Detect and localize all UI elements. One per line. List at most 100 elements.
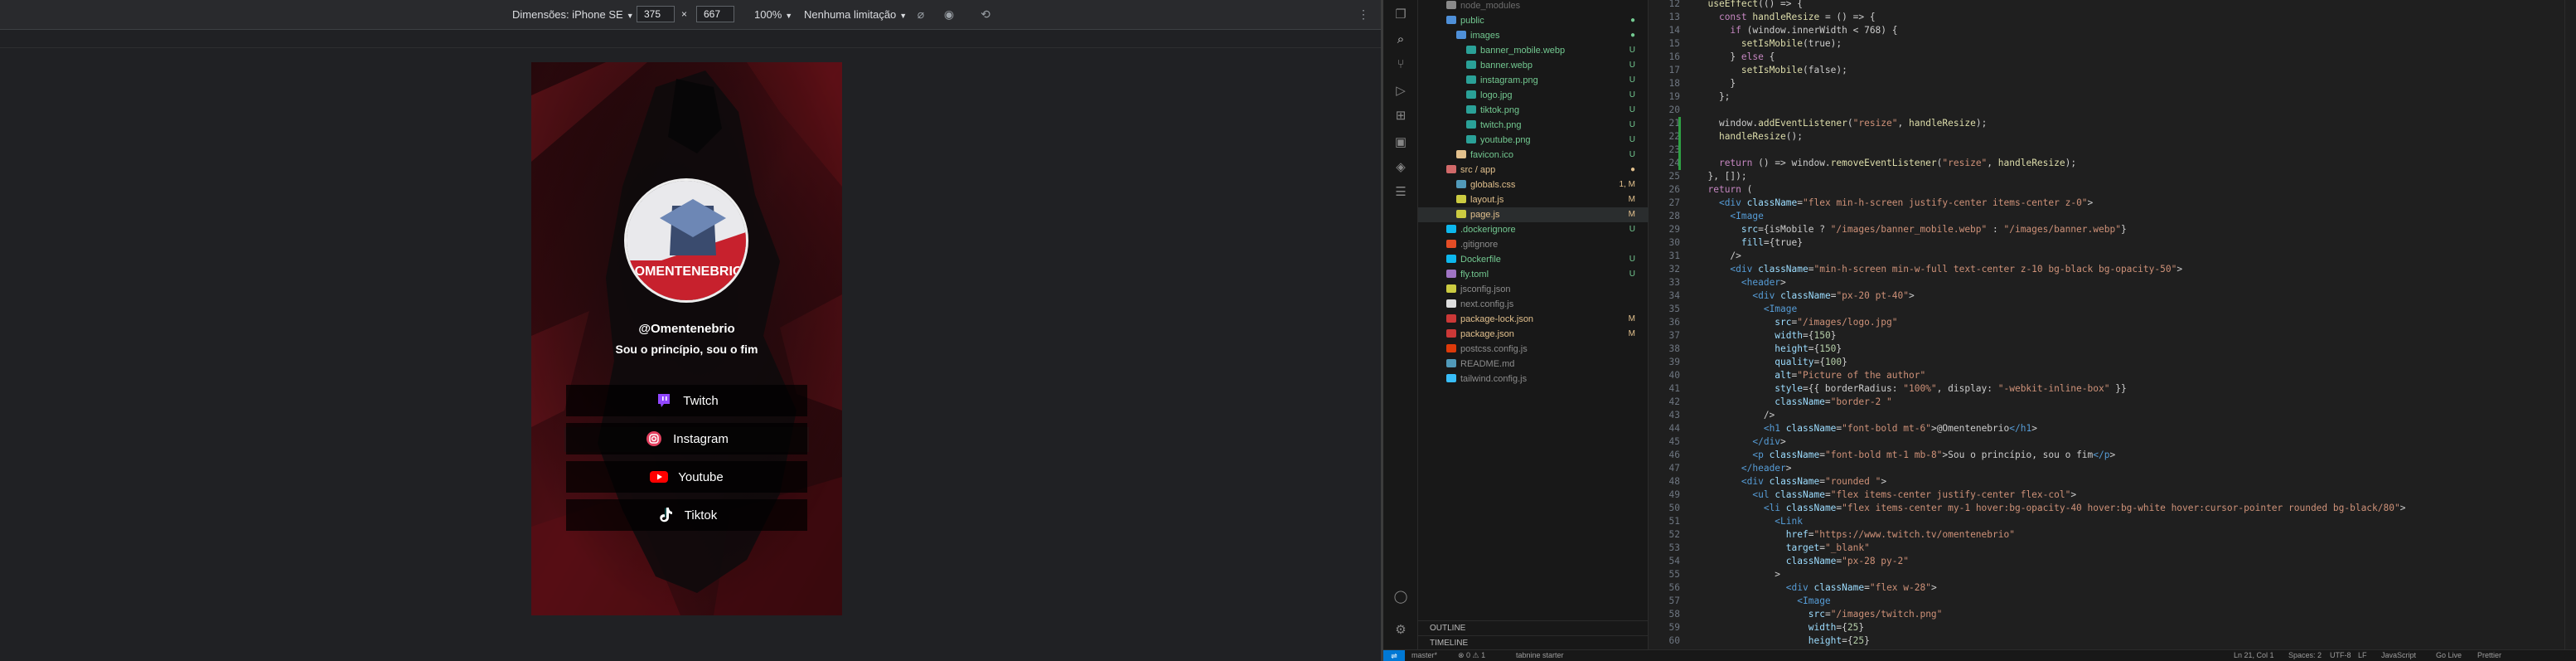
explorer-item[interactable]: images ● bbox=[1418, 28, 1649, 43]
zoom-dropdown[interactable]: 100% ▼ bbox=[754, 8, 792, 21]
language-mode-status[interactable]: JavaScript bbox=[2381, 651, 2416, 659]
editor-scrollbar[interactable] bbox=[2564, 0, 2576, 649]
width-input[interactable]: 375 bbox=[637, 6, 675, 22]
account-icon[interactable]: ◯ bbox=[1392, 589, 1409, 605]
code-line[interactable]: style={{ borderRadius: "100%", display: … bbox=[1697, 382, 2126, 396]
explorer-item[interactable]: Dockerfile U bbox=[1418, 252, 1649, 267]
explorer-icon[interactable]: ❐ bbox=[1392, 7, 1409, 23]
code-line[interactable]: width={25} bbox=[1697, 621, 1864, 634]
code-line[interactable]: } else { bbox=[1697, 51, 1775, 64]
cursor-position-status[interactable]: Ln 21, Col 1 bbox=[2234, 651, 2274, 659]
code-line[interactable]: className="px-28 py-2" bbox=[1697, 555, 1909, 568]
rotate-icon[interactable]: ⟲ bbox=[978, 7, 993, 22]
code-line[interactable]: quality={100} bbox=[1697, 356, 1847, 369]
explorer-item[interactable]: package.json M bbox=[1418, 327, 1649, 342]
code-line[interactable]: href="https://www.twitch.tv/omentenebrio… bbox=[1697, 528, 2015, 542]
code-line[interactable]: return ( bbox=[1697, 183, 1752, 197]
code-line[interactable]: <h1 className="font-bold mt-6">@Omentene… bbox=[1697, 422, 2037, 435]
more-options-icon[interactable]: ⋮ bbox=[1356, 7, 1371, 22]
timeline-section-header[interactable]: TIMELINE bbox=[1418, 635, 1649, 650]
code-line[interactable]: const handleResize = () => { bbox=[1697, 11, 1876, 24]
throttling-dropdown[interactable]: Nenhuma limitação ▼ bbox=[804, 8, 907, 21]
explorer-item[interactable]: banner.webp U bbox=[1418, 58, 1649, 73]
code-editor[interactable]: 12 13 14 15 16 17 18 19 20 21 22 23 24 25 26 27 28 29 30 31… bbox=[1649, 0, 2576, 649]
indentation-status[interactable]: Spaces: 2 bbox=[2288, 651, 2322, 659]
instagram-link[interactable]: Instagram bbox=[566, 423, 807, 454]
code-line[interactable]: <Image bbox=[1697, 303, 1797, 316]
code-line[interactable]: height={150} bbox=[1697, 343, 1842, 356]
code-line[interactable]: </div> bbox=[1697, 435, 1785, 449]
code-line[interactable]: handleResize(); bbox=[1697, 130, 1803, 143]
remote-indicator-icon[interactable]: ⇌ bbox=[1383, 650, 1405, 661]
code-line[interactable]: height={25} bbox=[1697, 634, 1870, 648]
remote-explorer-icon[interactable]: ▣ bbox=[1392, 134, 1409, 151]
explorer-item[interactable]: .gitignore bbox=[1418, 237, 1649, 252]
explorer-item[interactable]: next.config.js bbox=[1418, 297, 1649, 312]
height-input[interactable]: 667 bbox=[696, 6, 734, 22]
code-line[interactable]: src="/images/twitch.png" bbox=[1697, 608, 1943, 621]
code-line[interactable]: setIsMobile(true); bbox=[1697, 37, 1842, 51]
explorer-item[interactable]: layout.js M bbox=[1418, 192, 1649, 207]
code-line[interactable]: <Image bbox=[1697, 210, 1763, 223]
youtube-link[interactable]: Youtube bbox=[566, 461, 807, 493]
go-live-status[interactable]: Go Live bbox=[2436, 651, 2462, 659]
explorer-item[interactable]: tiktok.png U bbox=[1418, 103, 1649, 118]
code-line[interactable]: > bbox=[1697, 568, 1780, 581]
extensions-icon[interactable]: ⊞ bbox=[1392, 108, 1409, 124]
code-line[interactable]: }; bbox=[1697, 90, 1730, 104]
explorer-item[interactable]: src / app ● bbox=[1418, 163, 1649, 177]
explorer-item[interactable]: fly.toml U bbox=[1418, 267, 1649, 282]
code-line[interactable]: /> bbox=[1697, 250, 1741, 263]
run-debug-icon[interactable]: ▷ bbox=[1392, 83, 1409, 100]
gear-icon[interactable]: ⚙ bbox=[1392, 622, 1409, 639]
code-line[interactable]: <p className="font-bold mt-1 mb-8">Sou o… bbox=[1697, 449, 2115, 462]
problems-status[interactable]: ⊗ 0 ⚠ 1 bbox=[1458, 651, 1485, 660]
code-line[interactable]: }, []); bbox=[1697, 170, 1746, 183]
docker-icon[interactable]: ◈ bbox=[1392, 159, 1409, 176]
save-data-icon[interactable]: ⌀ bbox=[913, 7, 928, 22]
search-icon[interactable]: ⌕ bbox=[1392, 32, 1409, 48]
eye-icon[interactable]: ◉ bbox=[942, 7, 956, 22]
code-line[interactable]: window.addEventListener("resize", handle… bbox=[1697, 117, 1987, 130]
explorer-item[interactable]: package-lock.json M bbox=[1418, 312, 1649, 327]
code-line[interactable]: alt="Picture of the author" bbox=[1697, 369, 1925, 382]
code-line[interactable]: /> bbox=[1697, 409, 1775, 422]
code-line[interactable]: useEffect(() => { bbox=[1697, 0, 1803, 11]
explorer-item[interactable]: twitch.png U bbox=[1418, 118, 1649, 133]
code-line[interactable]: if (window.innerWidth < 768) { bbox=[1697, 24, 1897, 37]
code-line[interactable]: setIsMobile(false); bbox=[1697, 64, 1847, 77]
explorer-item[interactable]: logo.jpg U bbox=[1418, 88, 1649, 103]
code-line[interactable]: <ul className="flex items-center justify… bbox=[1697, 488, 2076, 502]
code-line[interactable]: <header> bbox=[1697, 276, 1786, 289]
code-line[interactable]: fill={true} bbox=[1697, 236, 1803, 250]
code-line[interactable]: <Link bbox=[1697, 515, 1803, 528]
explorer-item[interactable]: README.md bbox=[1418, 357, 1649, 372]
code-line[interactable]: width={150} bbox=[1697, 329, 1836, 343]
code-line[interactable]: <div className="min-h-screen min-w-full … bbox=[1697, 263, 2182, 276]
tiktok-link[interactable]: Tiktok bbox=[566, 499, 807, 531]
code-line[interactable]: src="/images/logo.jpg" bbox=[1697, 316, 1897, 329]
prettier-status[interactable]: Prettier bbox=[2477, 651, 2501, 659]
explorer-item[interactable]: globals.css 1, M bbox=[1418, 177, 1649, 192]
tabnine-status[interactable]: tabnine starter bbox=[1516, 651, 1564, 659]
code-line[interactable]: <div className="px-20 pt-40"> bbox=[1697, 289, 1914, 303]
explorer-item[interactable]: tailwind.config.js bbox=[1418, 372, 1649, 386]
code-line[interactable]: <div className="flex w-28"> bbox=[1697, 581, 1937, 595]
code-line[interactable]: <Image bbox=[1697, 595, 1830, 608]
outline-section-header[interactable]: OUTLINE bbox=[1418, 620, 1649, 635]
explorer-item[interactable]: postcss.config.js bbox=[1418, 342, 1649, 357]
source-control-icon[interactable]: ⑂ bbox=[1392, 56, 1409, 73]
explorer-item[interactable]: banner_mobile.webp U bbox=[1418, 43, 1649, 58]
code-line[interactable]: </header> bbox=[1697, 462, 1792, 475]
code-line[interactable]: } bbox=[1697, 77, 1736, 90]
code-line[interactable]: <li className="flex items-center my-1 ho… bbox=[1697, 502, 2406, 515]
testing-icon[interactable]: ☰ bbox=[1392, 184, 1409, 201]
explorer-item[interactable]: node_modules bbox=[1418, 0, 1649, 13]
explorer-item[interactable]: .dockerignore U bbox=[1418, 222, 1649, 237]
explorer-item[interactable]: youtube.png U bbox=[1418, 133, 1649, 148]
code-line[interactable]: target="_blank" bbox=[1697, 542, 1870, 555]
explorer-item[interactable]: page.js M bbox=[1418, 207, 1649, 222]
code-line[interactable]: <div className="flex min-h-screen justif… bbox=[1697, 197, 2093, 210]
explorer-item[interactable]: public ● bbox=[1418, 13, 1649, 28]
encoding-status[interactable]: UTF-8 bbox=[2330, 651, 2351, 659]
